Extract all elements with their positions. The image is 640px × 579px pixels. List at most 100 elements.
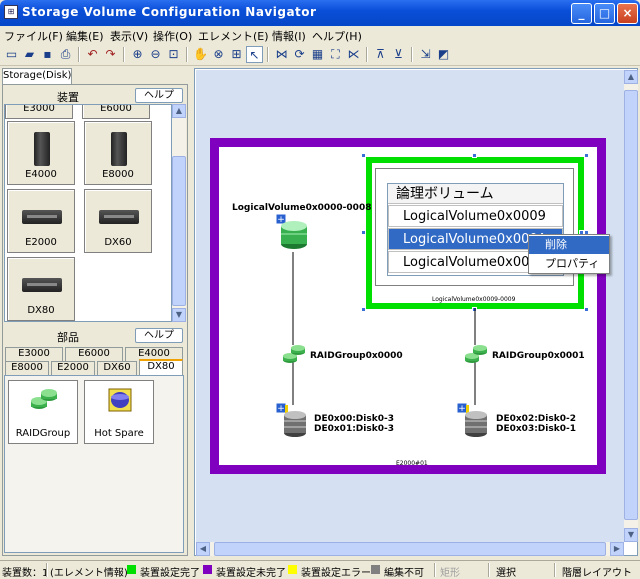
hand-icon[interactable]: ✋ [192, 46, 209, 63]
menu-info[interactable]: 情報(I) [272, 28, 306, 44]
scroll-up-icon[interactable]: ▲ [624, 70, 638, 84]
element-info: (エレメント情報) [50, 568, 128, 579]
maximize-button[interactable]: □ [594, 3, 615, 24]
logical-volume-item[interactable]: LogicalVolume0x0009 [388, 205, 563, 227]
tool-mode: 選択 [496, 568, 516, 579]
legend-incomplete-swatch [203, 565, 212, 574]
disk-group-icon[interactable]: + [276, 403, 312, 439]
rack-icon [99, 210, 139, 224]
chart-icon[interactable]: ◩ [435, 46, 452, 63]
menu-operation[interactable]: 操作(O) [153, 28, 192, 44]
new-icon[interactable]: ▭ [3, 46, 20, 63]
context-properties[interactable]: プロパティ [529, 255, 609, 273]
parts-header-label: 部品 [57, 331, 79, 344]
logical-volume-icon[interactable]: + [276, 214, 310, 252]
layout-mode: 階層レイアウト [562, 568, 632, 579]
scroll-down-icon[interactable]: ▼ [172, 308, 186, 322]
parts-tab-e6000[interactable]: E6000 [65, 347, 123, 361]
parts-help-button[interactable]: ヘルプ [135, 328, 183, 343]
canvas-vscrollbar[interactable]: ▲ ▼ [624, 70, 638, 542]
hot-spare-icon [108, 388, 132, 412]
undo-icon[interactable]: ↶ [84, 46, 101, 63]
rack-icon [22, 278, 62, 292]
device-count: 装置数：1 [2, 568, 49, 579]
part-tile-hot-spare[interactable]: Hot Spare [84, 380, 154, 444]
layout-c-icon[interactable]: ▦ [309, 46, 326, 63]
legend-error-swatch [288, 565, 297, 574]
disk-label: DE0x02:Disk0-2 [496, 414, 576, 424]
title-bar: ⊞ Storage Volume Configuration Navigator… [0, 0, 640, 26]
tab-storage-disk[interactable]: Storage(Disk) [2, 68, 72, 84]
device-tile-dx80[interactable]: DX80 [7, 257, 75, 321]
menu-view[interactable]: 表示(V) [110, 28, 148, 44]
device-tile-e6000[interactable]: E6000 [82, 105, 150, 119]
legend-locked: 編集不可 [384, 568, 424, 579]
menu-help[interactable]: ヘルプ(H) [312, 28, 362, 44]
legend-complete-swatch [127, 565, 136, 574]
open-icon[interactable]: ▰ [21, 46, 38, 63]
raidgroup-0-label: RAIDGroup0x0000 [310, 351, 403, 361]
logical-volume-group-label: LogicalVolume0x0000-0008 [232, 203, 372, 213]
scroll-down-icon[interactable]: ▼ [624, 528, 638, 542]
layout-a-icon[interactable]: ⋈ [273, 46, 290, 63]
devices-header-label: 装置 [57, 91, 79, 104]
menu-edit[interactable]: 編集(E) [66, 28, 104, 44]
parts-tab-e3000[interactable]: E3000 [5, 347, 63, 361]
minimize-button[interactable]: _ [571, 3, 592, 24]
part-tile-raidgroup[interactable]: RAIDGroup [8, 380, 78, 444]
devices-help-button[interactable]: ヘルプ [135, 88, 183, 103]
layout-b-icon[interactable]: ⟳ [291, 46, 308, 63]
select-area-icon[interactable]: ⊞ [228, 46, 245, 63]
redo-icon[interactable]: ↷ [102, 46, 119, 63]
device-tile-dx60[interactable]: DX60 [84, 189, 152, 253]
print-icon[interactable]: ⎙ [57, 46, 74, 63]
context-delete[interactable]: 削除 [529, 236, 609, 254]
tree-alt-icon[interactable]: ⊻ [390, 46, 407, 63]
parts-tab-dx60[interactable]: DX60 [97, 361, 137, 375]
layout-d-icon[interactable]: ⛶ [327, 46, 344, 63]
device-palette: E3000 E6000 E4000 E8000 E2000 DX60 DX80 [4, 104, 172, 322]
status-bar: 装置数：1 (エレメント情報) 装置設定完了 装置設定未完了 装置設定エラー 編… [0, 560, 640, 579]
pointer-icon[interactable]: ↖ [246, 46, 263, 63]
parts-tab-e2000[interactable]: E2000 [51, 361, 95, 375]
layout-e-icon[interactable]: ⋉ [345, 46, 362, 63]
zoom-out-icon[interactable]: ⊖ [147, 46, 164, 63]
export-icon[interactable]: ⇲ [417, 46, 434, 63]
close-button[interactable]: × [617, 3, 638, 24]
legend-locked-swatch [371, 565, 380, 574]
raidgroup-icon[interactable] [463, 343, 489, 367]
device-tile-e4000[interactable]: E4000 [7, 121, 75, 185]
zoom-in-icon[interactable]: ⊕ [129, 46, 146, 63]
device-tile-e3000[interactable]: E3000 [5, 105, 73, 119]
raidgroup-icon[interactable] [281, 343, 307, 367]
canvas-hscrollbar[interactable]: ◀ ▶ [196, 542, 624, 556]
device-tile-e8000[interactable]: E8000 [84, 121, 152, 185]
save-icon[interactable]: ▪ [39, 46, 56, 63]
legend-complete: 装置設定完了 [140, 568, 200, 579]
canvas-hscroll-thumb[interactable] [214, 542, 606, 556]
tower-icon [111, 132, 127, 166]
device-scrollbar[interactable]: ▲ ▼ [172, 104, 186, 322]
zoom-area-icon[interactable]: ⊗ [210, 46, 227, 63]
toolbar: ▭ ▰ ▪ ⎙ ↶ ↷ ⊕ ⊖ ⊡ ✋ ⊗ ⊞ ↖ ⋈ ⟳ ▦ ⛶ ⋉ ⊼ ⊻ … [0, 44, 640, 66]
shape-mode: 矩形 [440, 568, 460, 579]
scroll-thumb[interactable] [172, 156, 186, 306]
canvas-vscroll-thumb[interactable] [624, 90, 638, 520]
disk-label: DE0x00:Disk0-3 [314, 414, 394, 424]
fit-icon[interactable]: ⊡ [165, 46, 182, 63]
palette-panel: 装置 ヘルプ E3000 E6000 E4000 E8000 E2000 DX6… [2, 84, 188, 556]
tree-icon[interactable]: ⊼ [372, 46, 389, 63]
scroll-right-icon[interactable]: ▶ [610, 542, 624, 556]
disk-label: DE0x01:Disk0-3 [314, 424, 394, 434]
window-title: Storage Volume Configuration Navigator [22, 5, 317, 19]
disk-group-icon[interactable]: + [457, 403, 493, 439]
device-tile-e2000[interactable]: E2000 [7, 189, 75, 253]
menu-element[interactable]: エレメント(E) [198, 28, 269, 44]
scroll-left-icon[interactable]: ◀ [196, 542, 210, 556]
parts-tab-dx80[interactable]: DX80 [139, 359, 183, 375]
app-icon: ⊞ [4, 5, 18, 19]
scroll-up-icon[interactable]: ▲ [172, 104, 186, 118]
menu-file[interactable]: ファイル(F) [4, 28, 63, 44]
parts-tab-e8000[interactable]: E8000 [5, 361, 49, 375]
rack-icon [22, 210, 62, 224]
